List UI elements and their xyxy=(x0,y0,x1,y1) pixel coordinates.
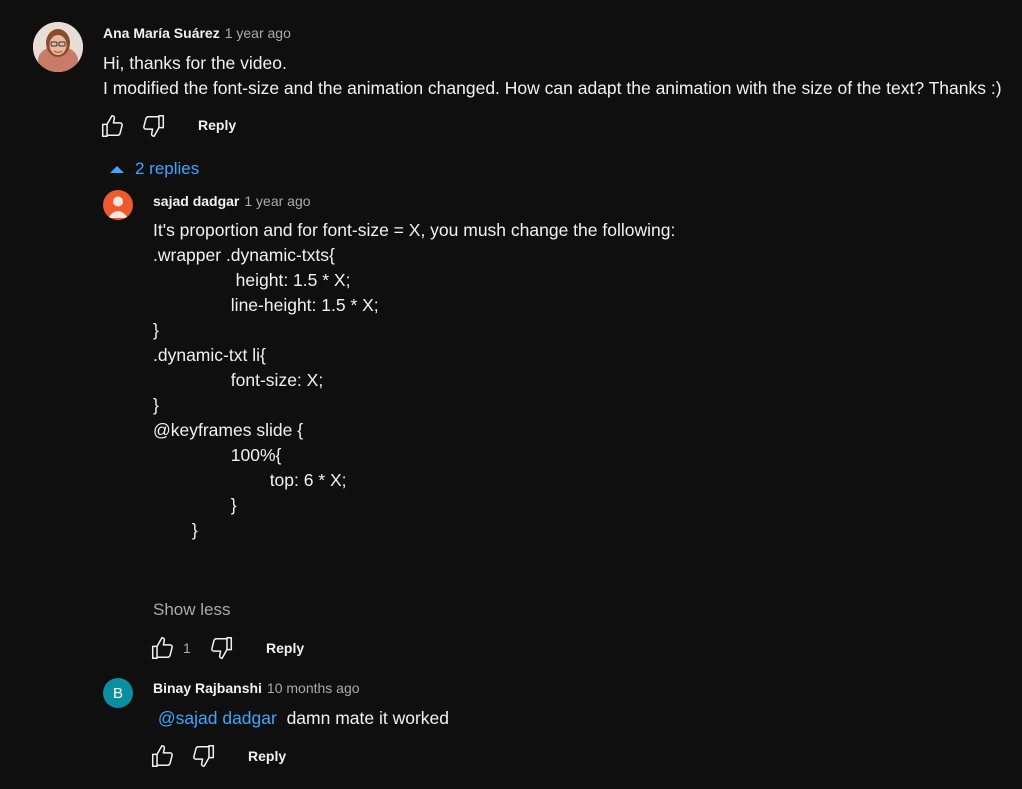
dislike-icon[interactable] xyxy=(190,743,216,769)
like-icon[interactable] xyxy=(100,113,126,139)
reply-line: } xyxy=(153,520,198,540)
avatar-letter: B xyxy=(112,684,123,702)
comment-header: Ana María Suárez 1 year ago xyxy=(103,25,291,43)
comment-timestamp[interactable]: 1 year ago xyxy=(225,25,291,41)
reply-line: .wrapper .dynamic-txts{ xyxy=(153,245,335,265)
comment-author[interactable]: Ana María Suárez xyxy=(103,25,220,41)
comment-body: Hi, thanks for the video. I modified the… xyxy=(103,51,1002,101)
reply-line: line-height: 1.5 * X; xyxy=(153,295,379,315)
reply-header: sajad dadgar 1 year ago xyxy=(153,193,311,211)
comment-line: I modified the font-size and the animati… xyxy=(103,78,1002,98)
reply-author[interactable]: Binay Rajbanshi xyxy=(153,680,262,696)
show-less-button[interactable]: Show less xyxy=(153,600,230,620)
replies-count-label: 2 replies xyxy=(135,159,200,178)
dislike-icon[interactable] xyxy=(208,635,234,661)
reply-line: It's proportion and for font-size = X, y… xyxy=(153,220,676,240)
like-count: 1 xyxy=(183,640,191,656)
reply-header: Binay Rajbanshi 10 months ago xyxy=(153,680,360,698)
reply-line: } xyxy=(153,320,159,340)
author-avatar-binay[interactable]: B xyxy=(103,678,133,708)
reply-line: } xyxy=(153,395,159,415)
reply-button[interactable]: Reply xyxy=(248,748,286,764)
reply-timestamp[interactable]: 10 months ago xyxy=(267,680,360,696)
default-user-icon xyxy=(108,196,128,218)
replies-toggle-button[interactable]: 2 replies xyxy=(107,157,199,181)
reply-button[interactable]: Reply xyxy=(198,117,236,133)
mention-link[interactable]: @sajad dadgar xyxy=(158,708,277,728)
like-icon[interactable] xyxy=(150,743,176,769)
reply-line: @keyframes slide { xyxy=(153,420,304,440)
reply-line: .dynamic-txt li{ xyxy=(153,345,266,365)
reply-body: @sajad dadgar damn mate it worked xyxy=(153,706,449,731)
reply-line: height: 1.5 * X; xyxy=(153,270,351,290)
reply-text: damn mate it worked xyxy=(286,708,450,728)
author-avatar-ana[interactable] xyxy=(33,22,83,72)
author-avatar-sajad[interactable] xyxy=(103,190,133,220)
like-icon[interactable] xyxy=(150,635,176,661)
reply-author[interactable]: sajad dadgar xyxy=(153,193,239,209)
comments-section: Ana María Suárez 1 year ago Hi, thanks fo… xyxy=(0,0,1022,789)
reply-line: top: 6 * X; xyxy=(153,470,347,490)
reply-line: 100%{ xyxy=(153,445,282,465)
reply-body: It's proportion and for font-size = X, y… xyxy=(153,218,675,543)
comment-line: Hi, thanks for the video. xyxy=(103,53,287,73)
reply-line: } xyxy=(153,495,237,515)
reply-line: font-size: X; xyxy=(153,370,324,390)
reply-timestamp[interactable]: 1 year ago xyxy=(244,193,310,209)
reply-button[interactable]: Reply xyxy=(266,640,304,656)
caret-up-icon xyxy=(110,166,124,173)
dislike-icon[interactable] xyxy=(140,113,166,139)
